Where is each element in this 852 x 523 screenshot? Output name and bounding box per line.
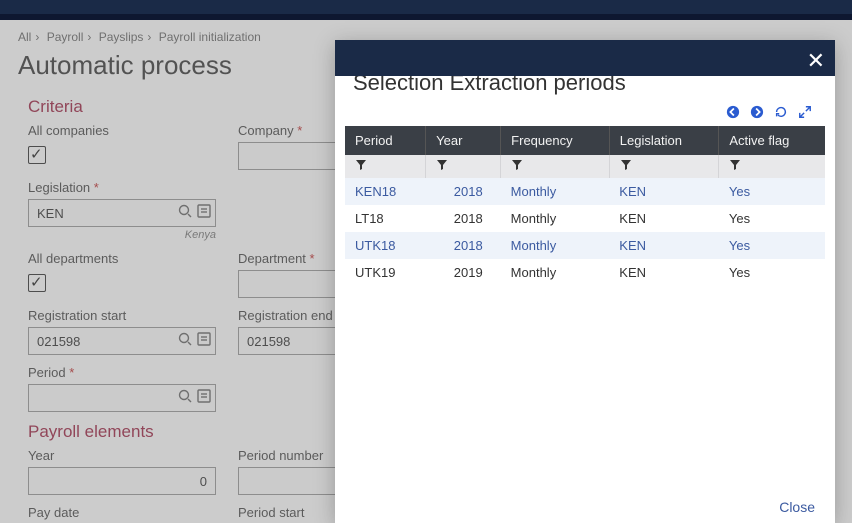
filter-year[interactable] [426, 155, 501, 178]
table-row[interactable]: UTK192019MonthlyKENYes [345, 259, 825, 286]
filter-legislation[interactable] [609, 155, 719, 178]
cell-active: Yes [719, 178, 825, 205]
cell-period: UTK18 [345, 232, 426, 259]
expand-icon[interactable] [797, 104, 813, 120]
cell-frequency: Monthly [501, 205, 610, 232]
cell-period: KEN18 [345, 178, 426, 205]
table-row[interactable]: UTK182018MonthlyKENYes [345, 232, 825, 259]
table-row[interactable]: LT182018MonthlyKENYes [345, 205, 825, 232]
cell-period: LT18 [345, 205, 426, 232]
cell-active: Yes [719, 205, 825, 232]
col-active[interactable]: Active flag [719, 126, 825, 155]
filter-frequency[interactable] [501, 155, 610, 178]
table-row[interactable]: KEN182018MonthlyKENYes [345, 178, 825, 205]
cell-year: 2019 [426, 259, 501, 286]
selection-modal: ✕ Selection Extraction periods Period Ye… [335, 40, 835, 523]
cell-frequency: Monthly [501, 259, 610, 286]
cell-active: Yes [719, 232, 825, 259]
cell-legislation: KEN [609, 259, 719, 286]
refresh-icon[interactable] [773, 104, 789, 120]
col-period[interactable]: Period [345, 126, 426, 155]
cell-legislation: KEN [609, 232, 719, 259]
cell-year: 2018 [426, 205, 501, 232]
cell-active: Yes [719, 259, 825, 286]
prev-icon[interactable] [725, 104, 741, 120]
cell-period: UTK19 [345, 259, 426, 286]
cell-year: 2018 [426, 178, 501, 205]
cell-frequency: Monthly [501, 232, 610, 259]
close-icon[interactable]: ✕ [807, 48, 825, 74]
col-legislation[interactable]: Legislation [609, 126, 719, 155]
periods-table: Period Year Frequency Legislation Active… [345, 126, 825, 286]
close-button[interactable]: Close [779, 499, 815, 515]
cell-year: 2018 [426, 232, 501, 259]
filter-period[interactable] [345, 155, 426, 178]
cell-legislation: KEN [609, 205, 719, 232]
col-year[interactable]: Year [426, 126, 501, 155]
cell-frequency: Monthly [501, 178, 610, 205]
cell-legislation: KEN [609, 178, 719, 205]
col-frequency[interactable]: Frequency [501, 126, 610, 155]
filter-active[interactable] [719, 155, 825, 178]
next-icon[interactable] [749, 104, 765, 120]
